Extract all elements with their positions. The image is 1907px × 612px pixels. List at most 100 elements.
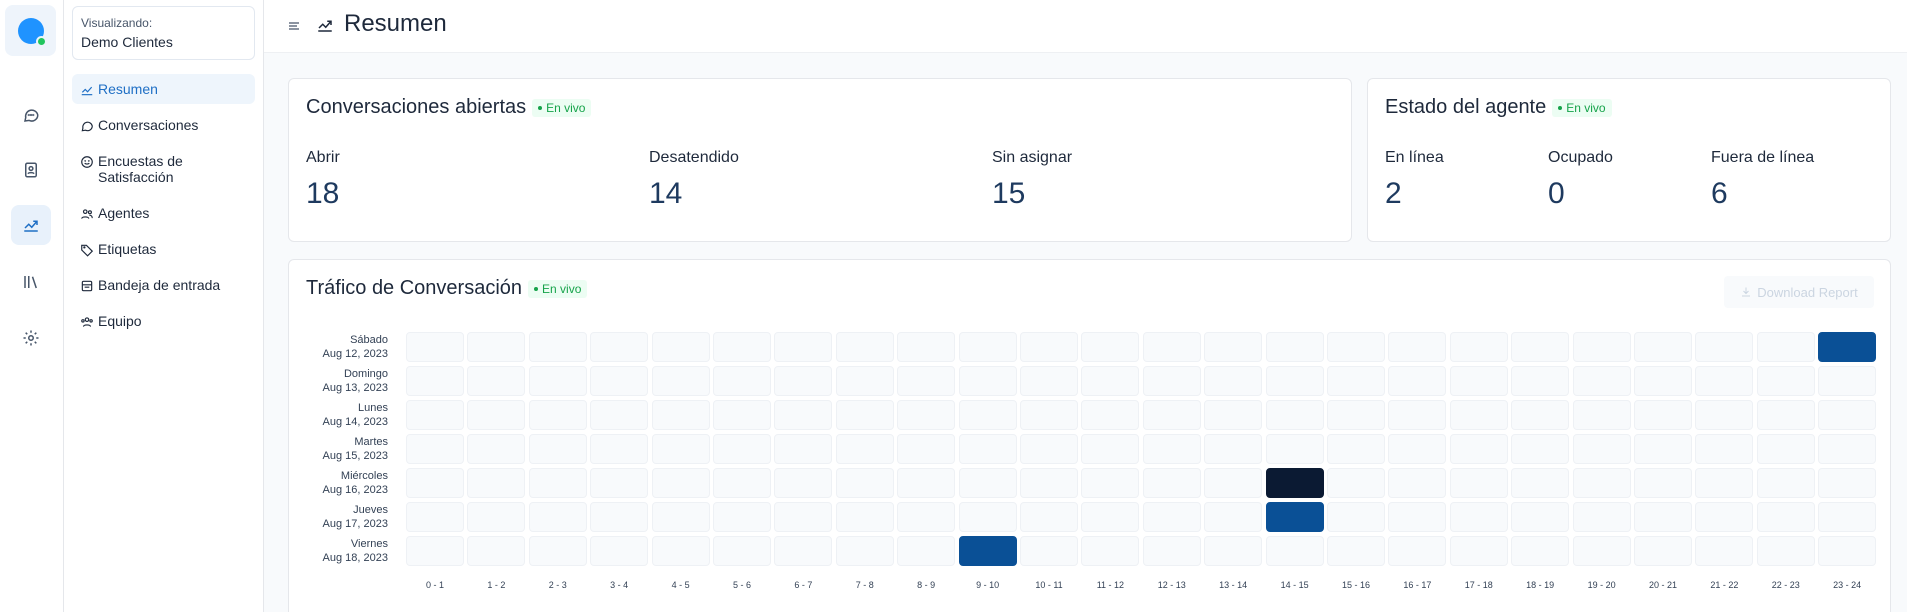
heatmap-cell[interactable] bbox=[774, 434, 833, 464]
heatmap-cell[interactable] bbox=[1511, 536, 1570, 566]
heatmap-cell[interactable] bbox=[1695, 434, 1754, 464]
heatmap-cell[interactable] bbox=[590, 502, 649, 532]
heatmap-cell[interactable] bbox=[651, 434, 710, 464]
heatmap-cell[interactable] bbox=[774, 502, 833, 532]
heatmap-cell[interactable] bbox=[590, 400, 649, 430]
heatmap-cell[interactable] bbox=[1511, 502, 1570, 532]
heatmap-cell[interactable] bbox=[1142, 400, 1201, 430]
heatmap-cell[interactable] bbox=[1572, 468, 1631, 498]
heatmap-cell[interactable] bbox=[1818, 366, 1877, 396]
heatmap-cell[interactable] bbox=[1695, 536, 1754, 566]
heatmap-cell[interactable] bbox=[774, 468, 833, 498]
heatmap-cell[interactable] bbox=[958, 434, 1017, 464]
heatmap-cell[interactable] bbox=[1081, 332, 1140, 362]
heatmap-cell[interactable] bbox=[1204, 468, 1263, 498]
heatmap-cell[interactable] bbox=[1327, 434, 1385, 464]
heatmap-cell[interactable] bbox=[1818, 468, 1877, 498]
heatmap-cell[interactable] bbox=[467, 536, 526, 566]
heatmap-cell[interactable] bbox=[1511, 332, 1570, 362]
heatmap-cell[interactable] bbox=[1511, 366, 1570, 396]
heatmap-cell[interactable] bbox=[1265, 468, 1324, 498]
heatmap-cell[interactable] bbox=[590, 434, 649, 464]
heatmap-cell[interactable] bbox=[1204, 434, 1263, 464]
heatmap-cell[interactable] bbox=[1449, 434, 1508, 464]
sidebar-item-bandeja[interactable]: Bandeja de entrada bbox=[72, 277, 255, 293]
heatmap-cell[interactable] bbox=[1572, 366, 1631, 396]
heatmap-cell[interactable] bbox=[1388, 468, 1447, 498]
heatmap-cell[interactable] bbox=[835, 434, 894, 464]
heatmap-cell[interactable] bbox=[713, 366, 771, 396]
heatmap-cell[interactable] bbox=[1572, 332, 1631, 362]
heatmap-cell[interactable] bbox=[1756, 434, 1815, 464]
heatmap-cell[interactable] bbox=[713, 536, 771, 566]
heatmap-cell[interactable] bbox=[1449, 468, 1508, 498]
sidebar-item-conversaciones[interactable]: Conversaciones bbox=[72, 117, 255, 133]
heatmap-cell[interactable] bbox=[1756, 468, 1815, 498]
heatmap-cell[interactable] bbox=[1511, 434, 1570, 464]
heatmap-cell[interactable] bbox=[1020, 468, 1078, 498]
heatmap-cell[interactable] bbox=[528, 332, 587, 362]
heatmap-cell[interactable] bbox=[1756, 332, 1815, 362]
heatmap-cell[interactable] bbox=[406, 366, 464, 396]
heatmap-cell[interactable] bbox=[835, 366, 894, 396]
heatmap-cell[interactable] bbox=[774, 366, 833, 396]
heatmap-cell[interactable] bbox=[1142, 366, 1201, 396]
heatmap-cell[interactable] bbox=[835, 536, 894, 566]
sidebar-item-etiquetas[interactable]: Etiquetas bbox=[72, 241, 255, 257]
heatmap-cell[interactable] bbox=[835, 400, 894, 430]
heatmap-cell[interactable] bbox=[1572, 536, 1631, 566]
heatmap-cell[interactable] bbox=[1388, 332, 1447, 362]
heatmap-cell[interactable] bbox=[897, 536, 956, 566]
heatmap-cell[interactable] bbox=[958, 332, 1017, 362]
heatmap-cell[interactable] bbox=[590, 536, 649, 566]
heatmap-cell[interactable] bbox=[1449, 536, 1508, 566]
heatmap-cell[interactable] bbox=[1634, 468, 1692, 498]
heatmap-cell[interactable] bbox=[713, 502, 771, 532]
heatmap-cell[interactable] bbox=[651, 400, 710, 430]
heatmap-cell[interactable] bbox=[1265, 502, 1324, 532]
heatmap-cell[interactable] bbox=[467, 400, 526, 430]
heatmap-cell[interactable] bbox=[528, 400, 587, 430]
heatmap-cell[interactable] bbox=[1695, 332, 1754, 362]
heatmap-cell[interactable] bbox=[1449, 400, 1508, 430]
sidebar-item-agentes[interactable]: Agentes bbox=[72, 205, 255, 221]
heatmap-cell[interactable] bbox=[1449, 366, 1508, 396]
heatmap-cell[interactable] bbox=[528, 502, 587, 532]
heatmap-cell[interactable] bbox=[1081, 468, 1140, 498]
heatmap-cell[interactable] bbox=[406, 400, 464, 430]
heatmap-cell[interactable] bbox=[897, 332, 956, 362]
heatmap-cell[interactable] bbox=[1142, 502, 1201, 532]
heatmap-cell[interactable] bbox=[1081, 502, 1140, 532]
heatmap-cell[interactable] bbox=[1327, 366, 1385, 396]
heatmap-cell[interactable] bbox=[1511, 400, 1570, 430]
heatmap-cell[interactable] bbox=[467, 502, 526, 532]
conversations-nav-button[interactable] bbox=[11, 95, 51, 135]
heatmap-cell[interactable] bbox=[1020, 366, 1078, 396]
settings-nav-button[interactable] bbox=[11, 318, 51, 358]
heatmap-cell[interactable] bbox=[1511, 468, 1570, 498]
heatmap-cell[interactable] bbox=[958, 502, 1017, 532]
heatmap-cell[interactable] bbox=[897, 400, 956, 430]
heatmap-cell[interactable] bbox=[1388, 502, 1447, 532]
heatmap-cell[interactable] bbox=[651, 468, 710, 498]
heatmap-cell[interactable] bbox=[1634, 536, 1692, 566]
heatmap-cell[interactable] bbox=[1020, 400, 1078, 430]
heatmap-cell[interactable] bbox=[1020, 536, 1078, 566]
heatmap-cell[interactable] bbox=[1449, 332, 1508, 362]
heatmap-cell[interactable] bbox=[651, 536, 710, 566]
heatmap-cell[interactable] bbox=[897, 468, 956, 498]
heatmap-cell[interactable] bbox=[1634, 502, 1692, 532]
heatmap-cell[interactable] bbox=[651, 332, 710, 362]
account-switcher[interactable]: Visualizando: Demo Clientes bbox=[72, 6, 255, 60]
heatmap-cell[interactable] bbox=[774, 332, 833, 362]
heatmap-cell[interactable] bbox=[1204, 536, 1263, 566]
heatmap-cell[interactable] bbox=[1327, 400, 1385, 430]
heatmap-cell[interactable] bbox=[1204, 366, 1263, 396]
sidebar-item-resumen[interactable]: Resumen bbox=[72, 74, 255, 104]
heatmap-cell[interactable] bbox=[1695, 502, 1754, 532]
heatmap-cell[interactable] bbox=[406, 434, 464, 464]
heatmap-cell[interactable] bbox=[1265, 434, 1324, 464]
menu-icon[interactable] bbox=[288, 20, 300, 32]
heatmap-cell[interactable] bbox=[1388, 536, 1447, 566]
heatmap-cell[interactable] bbox=[1265, 332, 1324, 362]
